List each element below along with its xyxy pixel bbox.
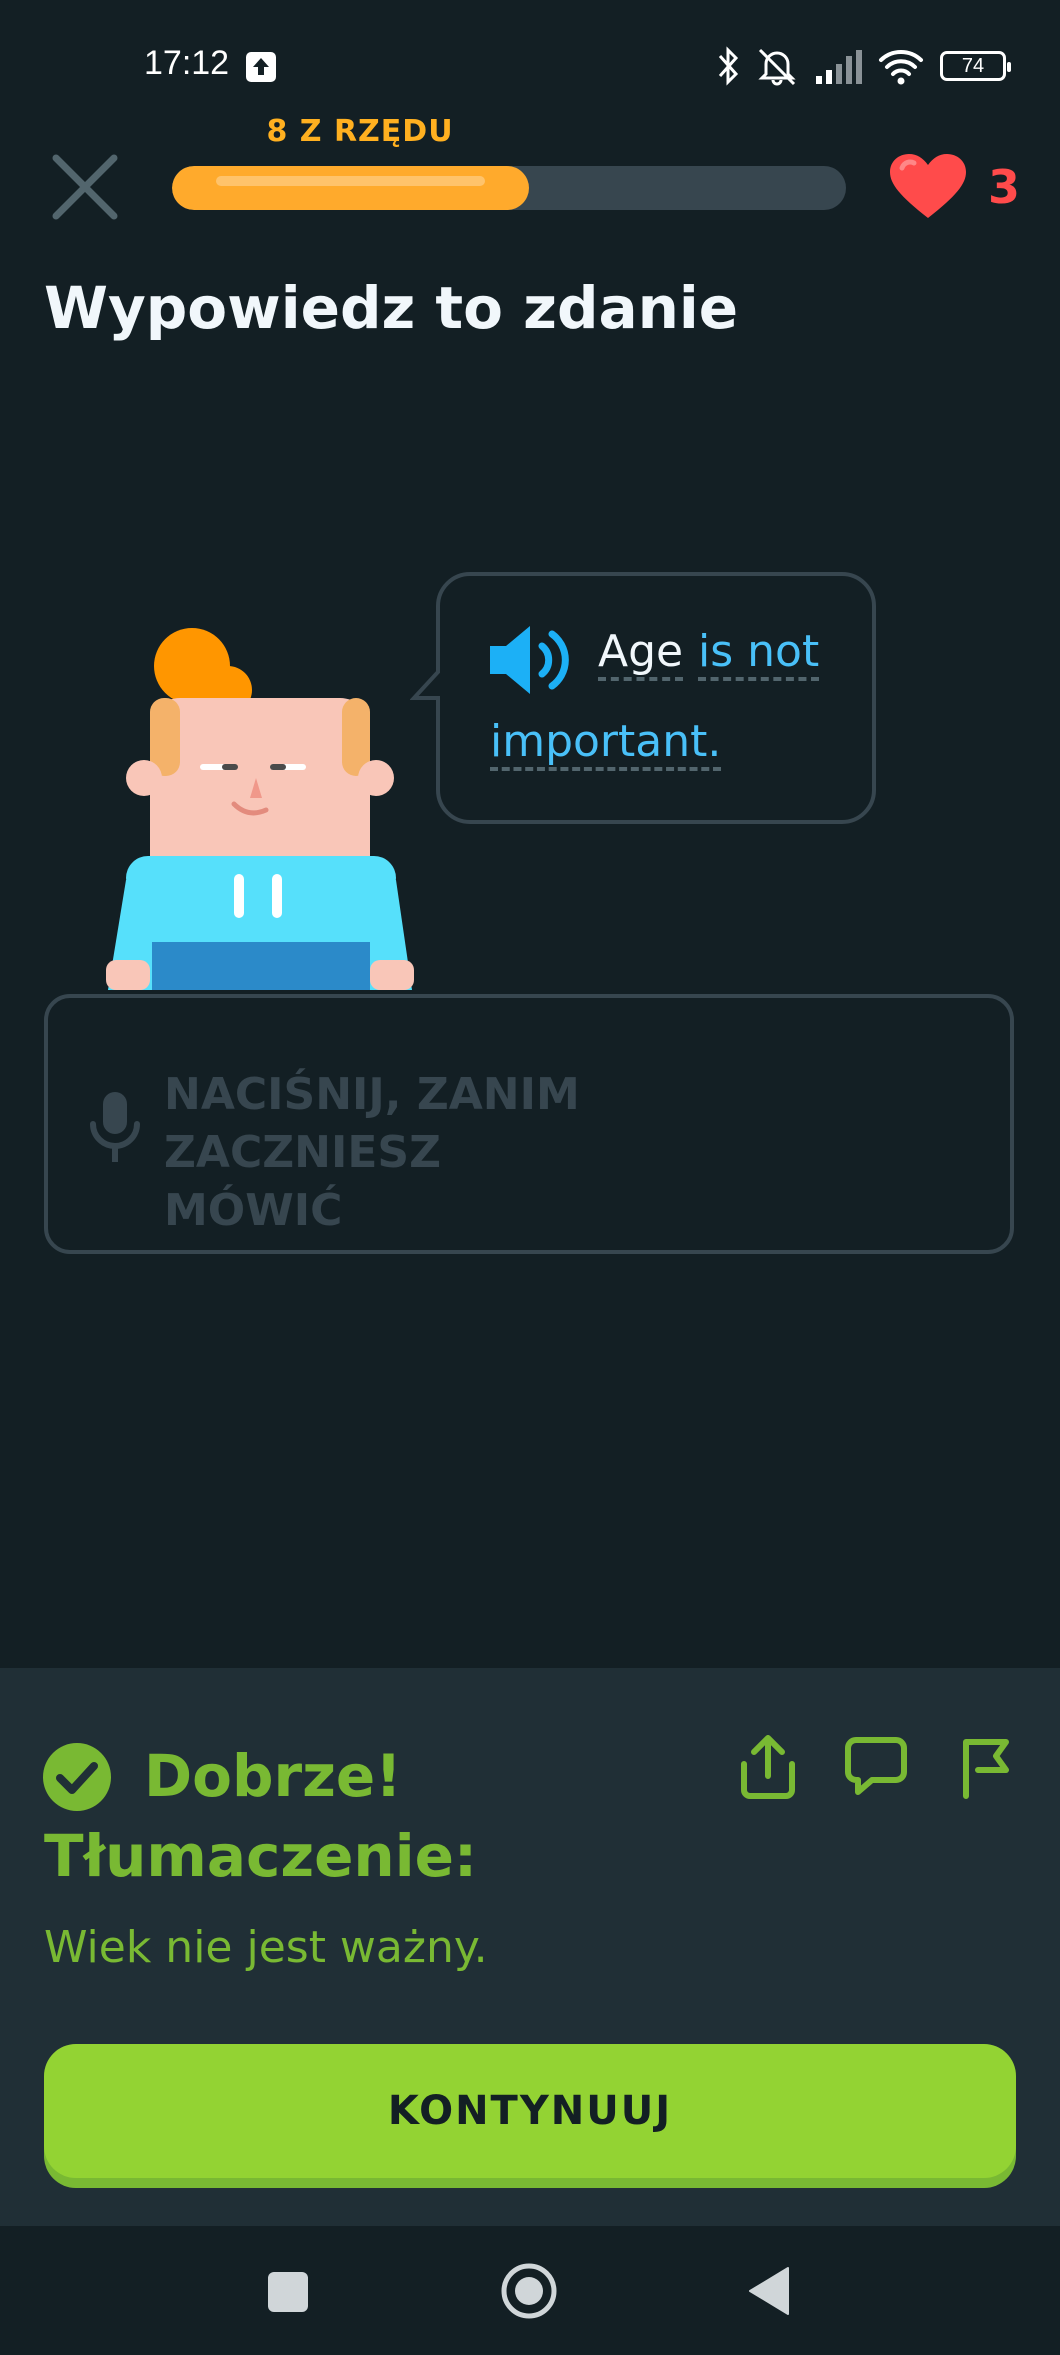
sentence-word[interactable]: Age — [598, 626, 684, 681]
microphone-icon — [88, 1090, 142, 1166]
character-illustration — [100, 620, 430, 990]
streak-label: 8 Z RZĘDU — [266, 114, 454, 149]
speak-prompt-line1: NACIŚNIJ, ZANIM ZACZNIESZ — [164, 1069, 580, 1178]
speech-bubble — [409, 572, 876, 824]
comment-icon[interactable] — [844, 1734, 907, 1800]
result-status: Dobrze! — [144, 1742, 402, 1810]
wifi-icon — [879, 50, 923, 85]
battery-level: 74 — [961, 54, 985, 77]
battery-icon: 74 — [940, 51, 1011, 81]
close-icon — [52, 154, 118, 220]
sentence-word[interactable]: is not — [698, 626, 820, 681]
upload-notification-icon — [246, 52, 276, 82]
translation-label: Tłumaczenie: — [44, 1822, 478, 1890]
back-button[interactable] — [748, 2266, 790, 2316]
translation-text: Wiek nie jest ważny. — [44, 1922, 488, 1973]
exercise-title: Wypowiedz to zdanie — [44, 274, 739, 342]
speak-prompt-line2: MÓWIĆ — [164, 1185, 343, 1236]
progress-fill — [172, 166, 530, 210]
word-underline — [698, 677, 820, 681]
status-icons: 74 — [716, 44, 1011, 88]
status-time: 17:12 — [144, 44, 230, 82]
home-button[interactable] — [500, 2262, 558, 2320]
share-icon[interactable] — [738, 1734, 798, 1800]
heart-icon — [888, 152, 968, 222]
close-button[interactable] — [50, 152, 120, 222]
progress-shine — [216, 176, 486, 186]
hearts-count: 3 — [988, 160, 1021, 214]
mute-icon — [758, 48, 796, 86]
speaker-icon[interactable] — [488, 622, 578, 698]
word-underline — [490, 767, 722, 771]
continue-button[interactable]: KONTYNUUJ — [44, 2044, 1016, 2178]
speak-prompt: NACIŚNIJ, ZANIM ZACZNIESZ MÓWIĆ — [164, 1066, 864, 1240]
bluetooth-icon — [718, 46, 739, 86]
sentence-word[interactable]: important. — [490, 716, 722, 771]
recent-apps-button[interactable] — [268, 2272, 308, 2312]
report-flag-icon[interactable] — [956, 1734, 1016, 1800]
word-underline — [598, 677, 684, 681]
signal-icon — [816, 50, 862, 84]
check-circle-icon — [42, 1742, 112, 1812]
lesson-progress-bar — [172, 166, 846, 210]
